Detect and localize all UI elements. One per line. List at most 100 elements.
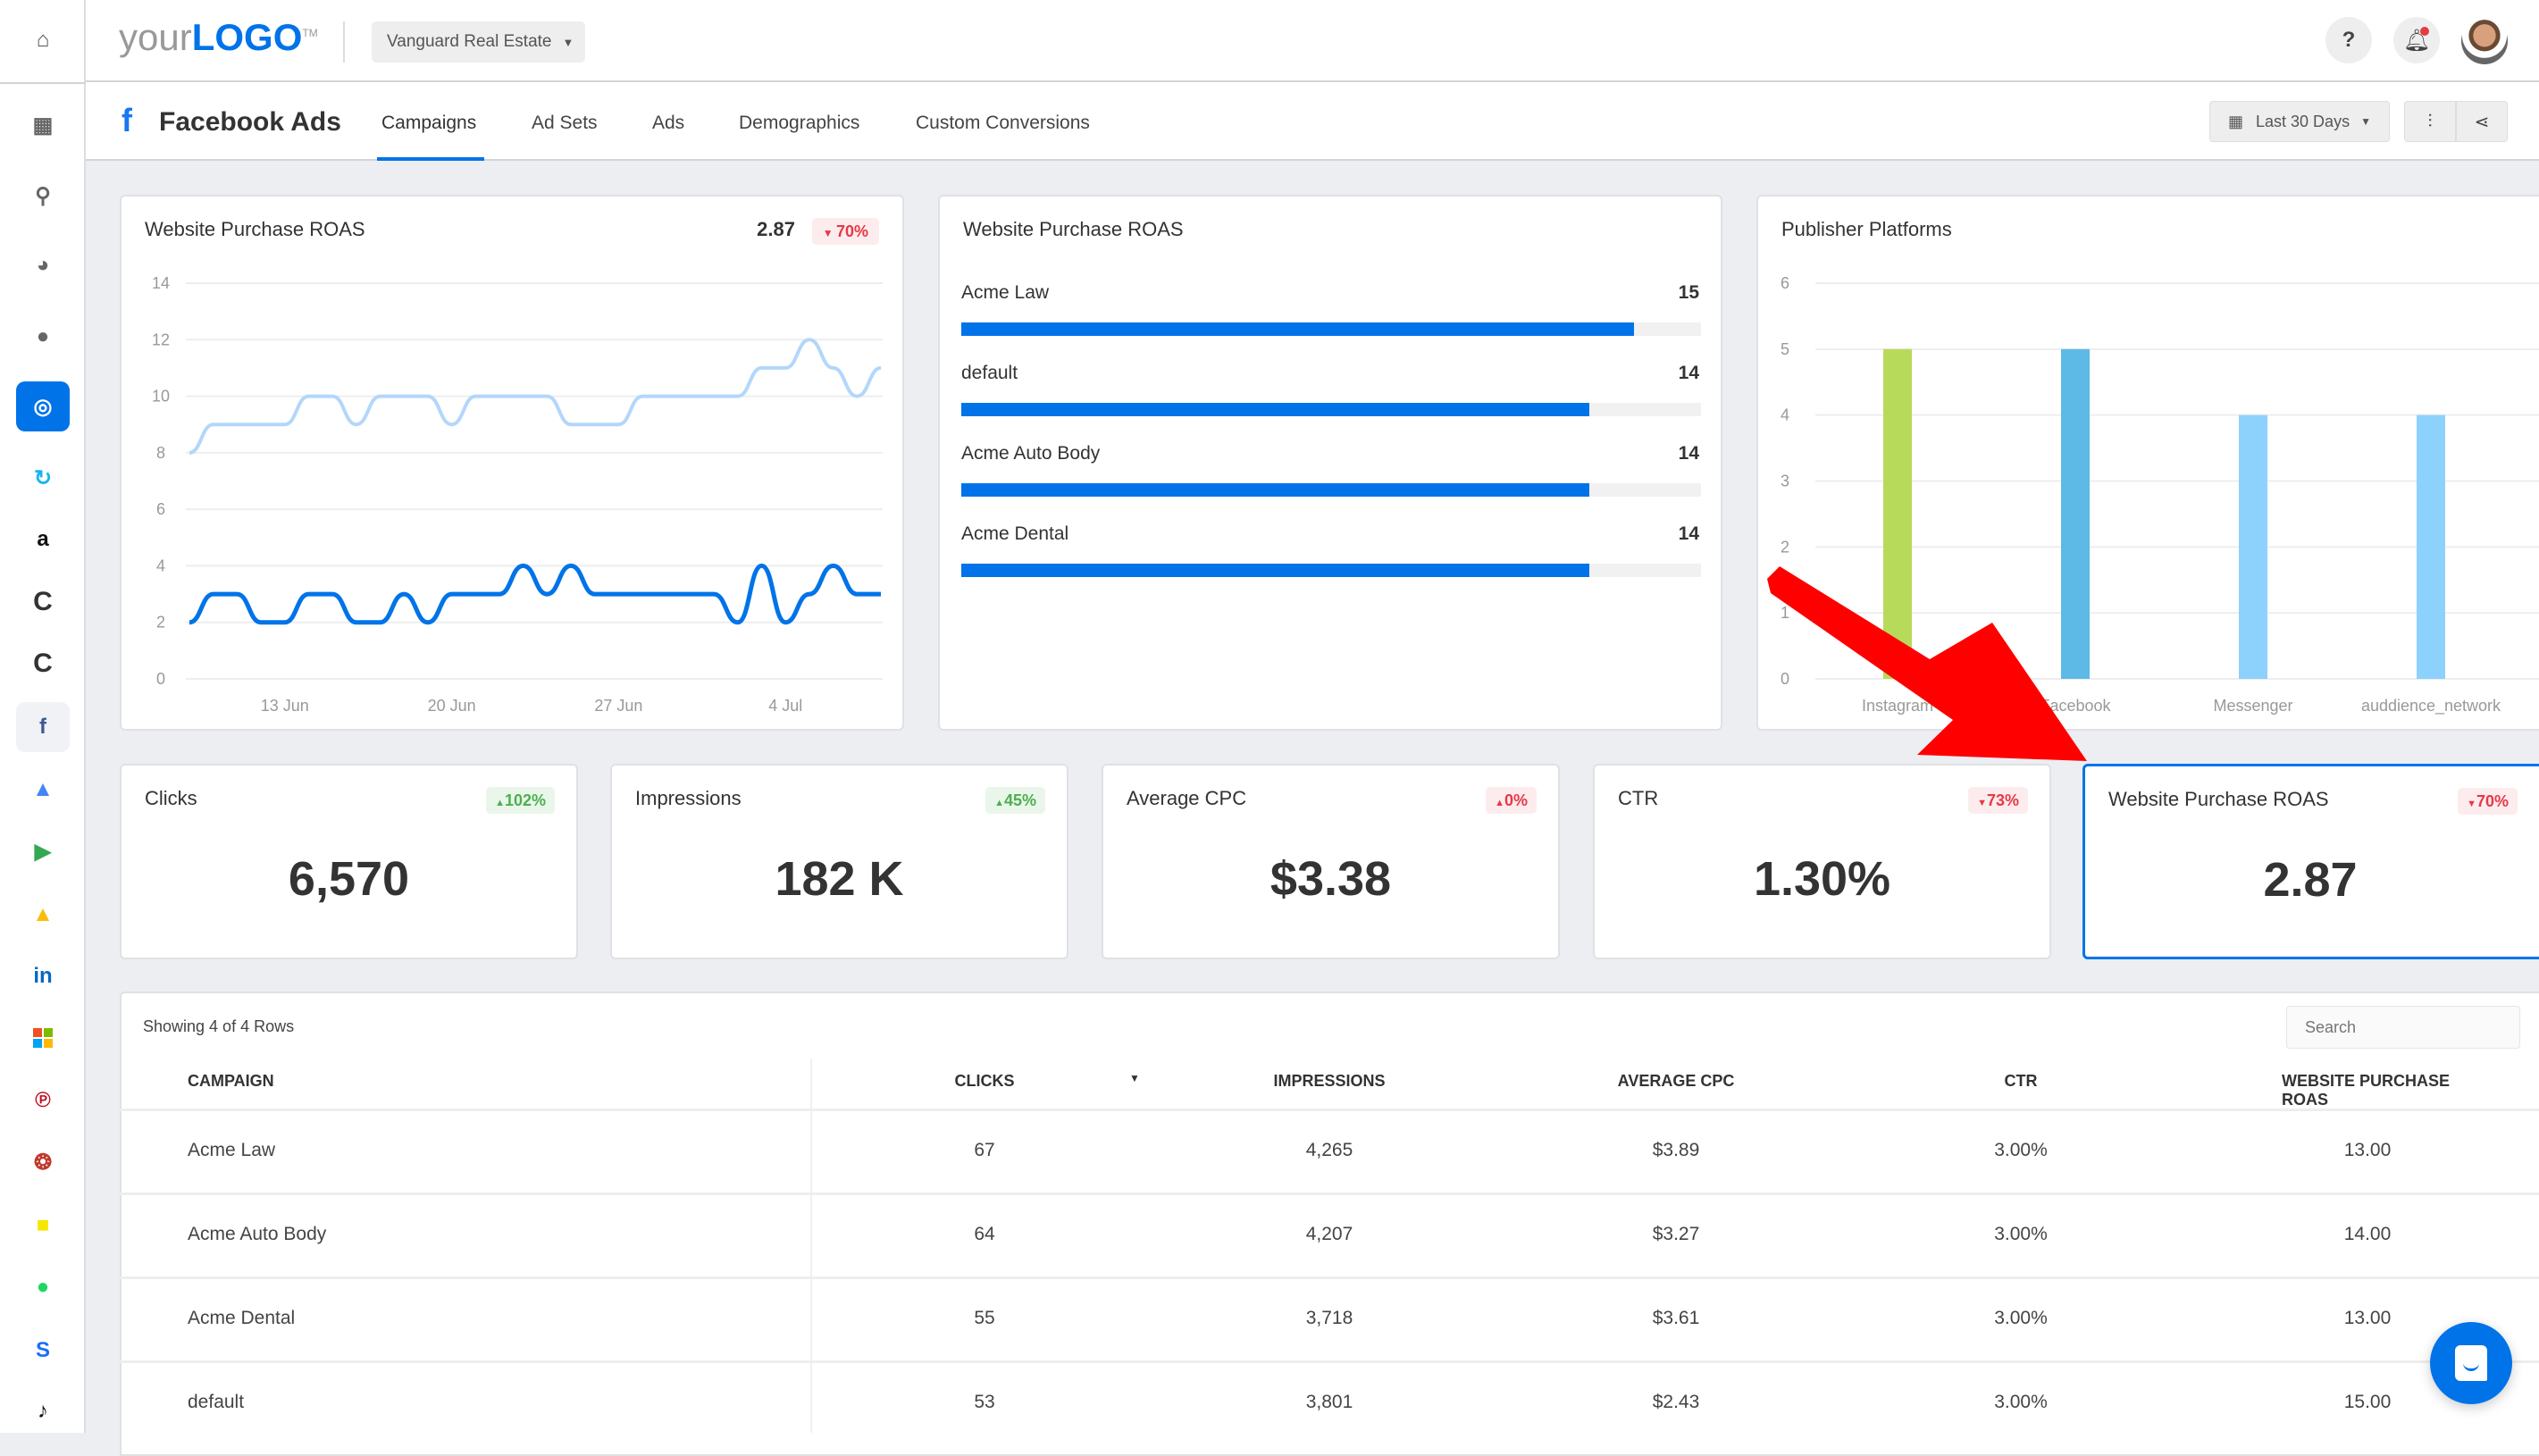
change-badge: ▼70% [2458, 788, 2518, 815]
amazon-icon[interactable]: a [16, 515, 70, 565]
y-tick-label: 14 [152, 274, 170, 292]
notifications-button[interactable]: 🔔︎ [2393, 17, 2440, 63]
y-tick-label: 0 [156, 670, 165, 688]
sliders-icon: ⫶ [2427, 111, 2433, 131]
page-title: Facebook Ads [159, 107, 341, 137]
client-select[interactable]: Vanguard Real Estate ▼ [372, 21, 585, 63]
tab-custom-conversions[interactable]: Custom Conversions [916, 113, 1090, 134]
bar-value: 14 [1678, 523, 1699, 544]
divider [343, 21, 345, 63]
stackadapt-icon[interactable]: S [16, 1326, 70, 1376]
y-tick-label: 12 [152, 331, 170, 348]
cell-ctr: 3.00% [1994, 1224, 2048, 1244]
cell-impressions: 4,207 [1305, 1224, 1353, 1244]
callrail-icon-2[interactable]: C [16, 639, 70, 689]
facebook-icon[interactable]: f [16, 702, 70, 752]
bar-value: 15 [1678, 282, 1699, 303]
y-tick-label: 1 [1781, 604, 1789, 622]
callrail-icon[interactable]: C [16, 577, 70, 627]
date-range-button[interactable]: ▦ Last 30 Days ▼ [2209, 101, 2390, 142]
tab-ad-sets[interactable]: Ad Sets [532, 113, 598, 134]
tab-campaigns[interactable]: Campaigns [381, 113, 476, 134]
pie-chart-icon[interactable]: ◕ [16, 240, 70, 290]
home-icon[interactable]: ⌂ [16, 15, 70, 65]
bar-Facebook[interactable] [2061, 348, 2090, 679]
cell-campaign: Acme Law [188, 1140, 276, 1160]
cell-campaign: Acme Auto Body [188, 1224, 327, 1244]
column-header-impressions[interactable]: IMPRESSIONS [1273, 1072, 1385, 1091]
bar-Messenger[interactable] [2239, 414, 2267, 679]
kpi-card-impressions[interactable]: Impressions ▲45% 182 K [610, 764, 1068, 959]
change-value: 45% [1003, 791, 1036, 809]
kpi-card-average-cpc[interactable]: Average CPC ▲0% $3.38 [1102, 764, 1560, 959]
help-icon: ? [2342, 28, 2356, 52]
cell-clicks: 53 [974, 1392, 995, 1412]
kpi-card-website-purchase-roas[interactable]: Website Purchase ROAS ▼70% 2.87 [2082, 764, 2539, 959]
cell-average-cpc: $3.89 [1652, 1140, 1700, 1160]
spotify-icon[interactable]: ● [16, 1262, 70, 1312]
bar-track [961, 564, 1701, 577]
column-header-website-purchase-roas[interactable]: WEBSITE PURCHASE ROAS [2282, 1072, 2453, 1109]
target-icon[interactable]: ◎ [16, 381, 70, 431]
column-header-clicks[interactable]: CLICKS [955, 1072, 1015, 1091]
bar-fill [961, 483, 1589, 497]
google-ads-icon-2[interactable]: ▲ [16, 890, 70, 940]
y-tick-label: 2 [156, 614, 165, 632]
search-input[interactable] [2286, 1006, 2520, 1049]
cell-ctr: 3.00% [1994, 1308, 2048, 1328]
multicolor-icon[interactable]: ❂ [16, 1137, 70, 1187]
share-icon: ⋖ [2474, 112, 2490, 132]
cell-ctr: 3.00% [1994, 1140, 2048, 1160]
facebook-icon: f [122, 102, 132, 138]
google-display-icon[interactable]: ▶ [16, 826, 70, 876]
bar-value: 14 [1678, 443, 1699, 464]
search-icon[interactable]: ⚲ [16, 171, 70, 221]
bar-track [961, 322, 1701, 336]
sort-desc-icon[interactable]: ▼ [1129, 1072, 1140, 1084]
help-button[interactable]: ? [2325, 17, 2372, 63]
ppc-icon[interactable]: ↻ [16, 453, 70, 503]
kpi-value: 2.87 [2263, 853, 2358, 907]
x-tick-label: 27 Jun [594, 697, 642, 715]
bar-label: Acme Law [961, 282, 1050, 303]
column-header-ctr[interactable]: CTR [2005, 1072, 2038, 1091]
linkedin-icon[interactable]: in [16, 951, 70, 1001]
bar-auddience_network[interactable] [2417, 414, 2445, 679]
tab-demographics[interactable]: Demographics [739, 113, 859, 134]
cell-website-purchase-roas: 15.00 [2343, 1392, 2392, 1412]
rows-count: Showing 4 of 4 Rows [143, 1017, 295, 1035]
cell-clicks: 64 [974, 1224, 995, 1244]
bar-fill [961, 322, 1634, 336]
google-ads-icon[interactable]: ▲ [16, 765, 70, 815]
microsoft-icon[interactable] [16, 1013, 70, 1063]
sidebar: ⌂ ▦ ⚲ ◕ ● ◎ ↻ a C C f ▲ ▶ ▲ in ℗ ❂ ■ ● S… [0, 0, 86, 1433]
column-header-average-cpc[interactable]: AVERAGE CPC [1618, 1072, 1735, 1091]
column-header-campaign[interactable]: CAMPAIGN [188, 1072, 274, 1091]
bar-Instagram[interactable] [1883, 348, 1912, 679]
kpi-value: 182 K [775, 852, 904, 906]
y-tick-label: 6 [1781, 274, 1789, 292]
bar-track [961, 483, 1701, 497]
avatar[interactable] [2461, 18, 2508, 64]
arrow-up-icon: ▲ [495, 798, 505, 808]
snapchat-icon[interactable]: ■ [16, 1201, 70, 1251]
kpi-value: 1.30% [1753, 852, 1891, 906]
logo[interactable]: yourLOGOTM [119, 16, 318, 59]
caret-down-icon: ▼ [562, 35, 574, 49]
cell-average-cpc: $2.43 [1652, 1392, 1700, 1412]
chat-icon[interactable]: ● [16, 312, 70, 362]
bar-value: 14 [1678, 363, 1699, 383]
kpi-card-ctr[interactable]: CTR ▼73% 1.30% [1593, 764, 2051, 959]
arrow-down-icon: ▼ [2467, 799, 2476, 809]
kpi-card-clicks[interactable]: Clicks ▲102% 6,570 [120, 764, 578, 959]
chat-launcher-button[interactable] [2430, 1322, 2512, 1404]
kpi-value: 6,570 [288, 852, 410, 906]
pinterest-icon[interactable]: ℗ [16, 1075, 70, 1125]
grid-icon[interactable]: ▦ [16, 100, 70, 150]
tiktok-icon[interactable]: ♪ [16, 1386, 70, 1436]
customize-button[interactable]: ⫶ [2404, 101, 2456, 142]
tab-ads[interactable]: Ads [652, 113, 684, 134]
arrow-down-icon: ▼ [1977, 798, 1987, 808]
share-button[interactable]: ⋖ [2456, 101, 2508, 142]
client-select-label: Vanguard Real Estate [387, 32, 552, 51]
